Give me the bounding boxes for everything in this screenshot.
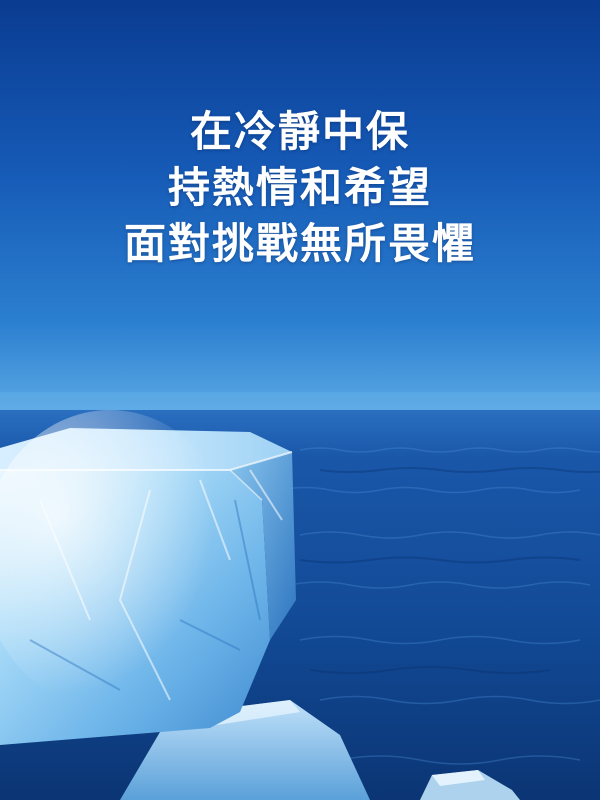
quote-line-2: 持熱情和希望 (167, 163, 432, 212)
poster: 在冷靜中保 持熱情和希望 面對挑戰無所畏懼 (0, 0, 600, 800)
quote-line-1: 在冷靜中保 (189, 107, 410, 156)
quote-line-3: 面對挑戰無所畏懼 (123, 219, 476, 268)
quote-text: 在冷靜中保 持熱情和希望 面對挑戰無所畏懼 (0, 104, 600, 272)
